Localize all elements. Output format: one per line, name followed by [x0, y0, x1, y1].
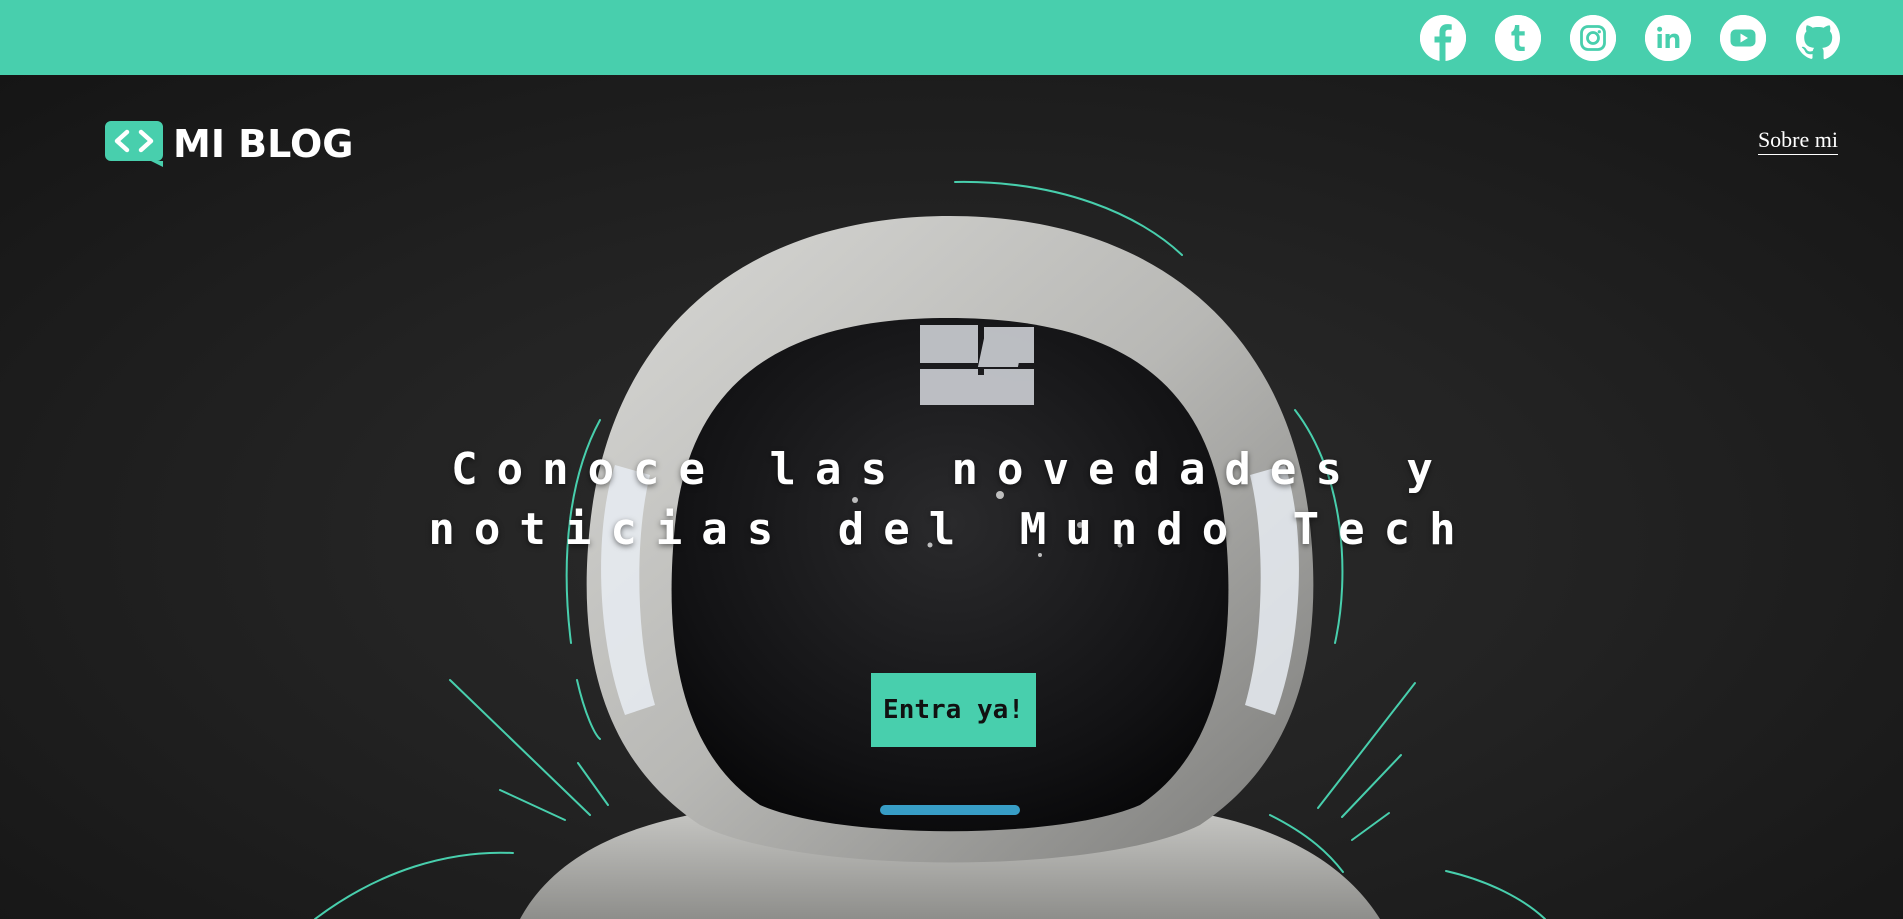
hero-headline-line2: noticias del Mundo Tech — [428, 504, 1475, 555]
social-bar — [0, 0, 1903, 75]
tumblr-icon — [1495, 14, 1541, 61]
tumblr-link[interactable] — [1495, 14, 1541, 61]
linkedin-link[interactable] — [1645, 14, 1691, 61]
linkedin-icon — [1645, 14, 1691, 61]
logo-text: MI BLOG — [173, 122, 354, 166]
hero-headline: Conoce las novedades y noticias del Mund… — [0, 440, 1903, 560]
youtube-link[interactable] — [1720, 14, 1766, 61]
facebook-icon — [1420, 14, 1466, 61]
blog-logo[interactable]: MI BLOG — [105, 121, 354, 167]
code-bubble-icon — [105, 121, 163, 167]
facebook-link[interactable] — [1420, 14, 1466, 61]
hero-headline-line1: Conoce las novedades y — [451, 444, 1452, 495]
github-link[interactable] — [1795, 15, 1841, 61]
youtube-icon — [1720, 14, 1766, 61]
nav-link-sobre-mi[interactable]: Sobre mi — [1757, 127, 1838, 155]
instagram-link[interactable] — [1570, 14, 1616, 61]
instagram-icon — [1570, 14, 1616, 61]
entra-ya-button[interactable]: Entra ya! — [871, 673, 1036, 747]
github-icon — [1796, 15, 1840, 59]
hero-section: MI BLOG Sobre mi Conoce las novedades y … — [0, 75, 1903, 919]
